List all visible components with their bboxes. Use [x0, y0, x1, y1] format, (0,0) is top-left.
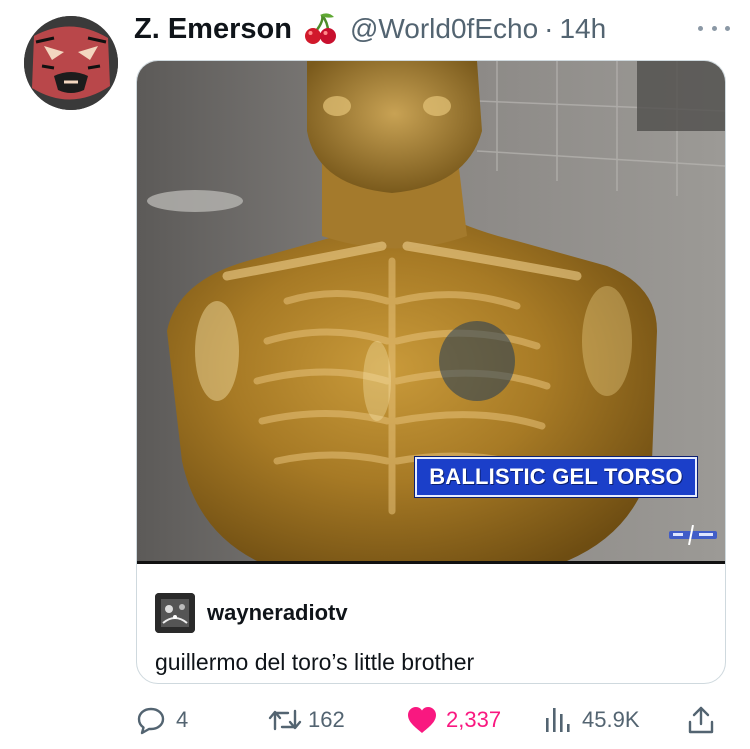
cherries-icon: [302, 11, 338, 47]
views-count: 45.9K: [582, 707, 640, 732]
tweet-header: Z. Emerson @World0fEcho · 14h: [134, 6, 730, 52]
header-separator: ·: [544, 13, 554, 44]
more-dots-icon[interactable]: [698, 18, 730, 38]
author-handle[interactable]: @World0fEcho: [350, 13, 538, 45]
author-avatar[interactable]: [24, 16, 118, 110]
chyron-text: BALLISTIC GEL TORSO: [429, 464, 683, 489]
reply-button[interactable]: 4: [136, 700, 188, 740]
retweet-icon: [268, 705, 302, 735]
quote-author[interactable]: wayneradiotv: [155, 593, 348, 633]
heart-icon: [406, 705, 436, 735]
like-button[interactable]: 2,337: [406, 700, 501, 740]
retweet-button[interactable]: 162: [268, 700, 345, 740]
tweet-timestamp[interactable]: 14h: [559, 13, 606, 45]
avatar-comic-face: [24, 16, 118, 110]
reply-count: 4: [176, 707, 189, 732]
quote-author-avatar[interactable]: [155, 593, 195, 633]
news-chyron: BALLISTIC GEL TORSO: [415, 457, 697, 497]
author-name[interactable]: Z. Emerson: [134, 13, 292, 46]
reply-bubble-icon: [136, 705, 166, 735]
quoted-post-card[interactable]: BALLISTIC GEL TORSO wayneradiotv guiller…: [136, 60, 726, 684]
quote-text: guillermo del toro’s little brother: [155, 649, 475, 675]
quote-author-name[interactable]: wayneradiotv: [207, 600, 348, 626]
like-count: 2,337: [446, 707, 502, 732]
share-button[interactable]: [686, 700, 716, 740]
media-divider: [137, 561, 725, 564]
news-station-logo: [667, 524, 719, 546]
tweet-actions: 4 162 2,337 45.9K: [136, 700, 726, 740]
post-image[interactable]: BALLISTIC GEL TORSO: [137, 61, 725, 561]
retweet-count: 162: [308, 707, 345, 732]
share-icon: [686, 705, 716, 735]
views-bars-icon: [542, 705, 572, 735]
views-button[interactable]: 45.9K: [542, 700, 640, 740]
